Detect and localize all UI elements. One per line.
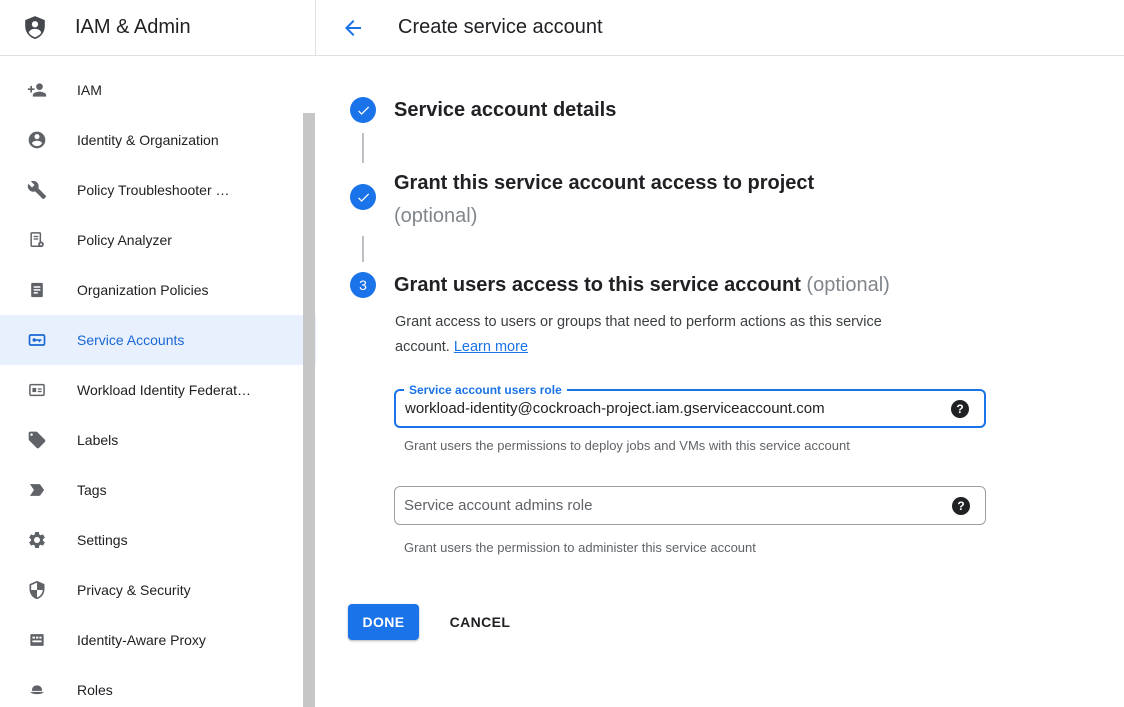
step3-number: 3 [359,277,367,293]
step3-number-badge: 3 [350,272,376,298]
step3-title-text: Grant users access to this service accou… [394,274,801,296]
sidebar-item-label: Privacy & Security [77,582,191,598]
document-gear-icon [27,230,47,250]
sidebar-item-identity-aware-proxy[interactable]: Identity-Aware Proxy [0,615,316,665]
help-icon[interactable]: ? [951,400,969,418]
service-account-key-icon [27,330,47,350]
sidebar-item-label: Workload Identity Federat… [77,382,251,398]
back-arrow-icon [341,16,365,40]
account-circle-icon [27,130,47,150]
label-tag-icon [27,430,47,450]
sidebar-item-label: Identity-Aware Proxy [77,632,206,648]
sidebar-item-label: Policy Analyzer [77,232,172,248]
hat-icon [27,680,47,700]
check-icon [356,190,371,205]
sidebar-item-privacy-security[interactable]: Privacy & Security [0,565,316,615]
step3-optional-text: (optional) [806,274,889,296]
sidebar-item-policy-analyzer[interactable]: Policy Analyzer [0,215,316,265]
id-card-icon [27,380,47,400]
description-line2: account. Learn more [395,335,882,360]
step2-title: Grant this service account access to pro… [394,167,814,233]
step-connector [362,133,364,163]
sidebar-item-label: Organization Policies [77,282,209,298]
sidebar-item-label: Labels [77,432,118,448]
description-line1: Grant access to users or groups that nee… [395,310,882,335]
step3-description: Grant access to users or groups that nee… [395,310,882,360]
users-role-label: Service account users role [404,382,567,398]
page-title: Create service account [398,16,603,39]
admins-role-field-container: ? [394,486,986,525]
sidebar-item-labels[interactable]: Labels [0,415,316,465]
product-title: IAM & Admin [75,16,191,39]
step2-title-text: Grant this service account access to pro… [394,167,814,200]
step1-complete-icon [350,97,376,123]
sidebar-item-label: Roles [77,682,113,698]
wrench-icon [27,180,47,200]
users-role-helper: Grant users the permissions to deploy jo… [404,438,850,453]
admins-role-input[interactable] [395,487,933,524]
app-header: IAM & Admin Create service account [0,0,1124,56]
sidebar-item-label: IAM [77,82,102,98]
check-icon [356,103,371,118]
step2-optional-text: (optional) [394,200,814,233]
step1-title: Service account details [394,96,616,124]
help-icon[interactable]: ? [952,497,970,515]
step2-complete-icon [350,184,376,210]
sidebar-item-identity-organization[interactable]: Identity & Organization [0,115,316,165]
person-add-icon [27,80,47,100]
label-important-icon [27,480,47,500]
shield-person-icon [21,14,49,42]
main-content: Service account details Grant this servi… [316,56,1124,707]
sidebar-item-label: Policy Troubleshooter … [77,182,230,198]
step-connector [362,236,364,262]
document-lines-icon [27,280,47,300]
sidebar: IAM Identity & Organization Policy Troub… [0,56,316,707]
shield-half-icon [27,580,47,600]
gear-icon [27,530,47,550]
sidebar-item-service-accounts[interactable]: Service Accounts [0,315,316,365]
back-button[interactable] [340,15,366,41]
step3-title: Grant users access to this service accou… [394,271,890,299]
product-header: IAM & Admin [0,0,316,55]
sidebar-item-policy-troubleshooter[interactable]: Policy Troubleshooter … [0,165,316,215]
done-button[interactable]: DONE [348,604,419,640]
sidebar-item-label: Service Accounts [77,332,184,348]
sidebar-scrollbar[interactable] [303,113,315,707]
sidebar-item-settings[interactable]: Settings [0,515,316,565]
cancel-button[interactable]: CANCEL [432,604,528,640]
admins-role-helper: Grant users the permission to administer… [404,540,756,555]
sidebar-item-workload-identity-federation[interactable]: Workload Identity Federat… [0,365,316,415]
proxy-grid-icon [27,630,47,650]
scrollbar-thumb[interactable] [303,113,315,707]
sidebar-item-iam[interactable]: IAM [0,65,316,115]
sidebar-item-organization-policies[interactable]: Organization Policies [0,265,316,315]
sidebar-item-label: Tags [77,482,107,498]
sidebar-item-label: Identity & Organization [77,132,219,148]
sidebar-item-roles[interactable]: Roles [0,665,316,707]
users-role-field-container: Service account users role ? [394,389,986,428]
sidebar-item-tags[interactable]: Tags [0,465,316,515]
learn-more-link[interactable]: Learn more [454,339,528,355]
sidebar-item-label: Settings [77,532,128,548]
page-header: Create service account [316,0,1124,55]
